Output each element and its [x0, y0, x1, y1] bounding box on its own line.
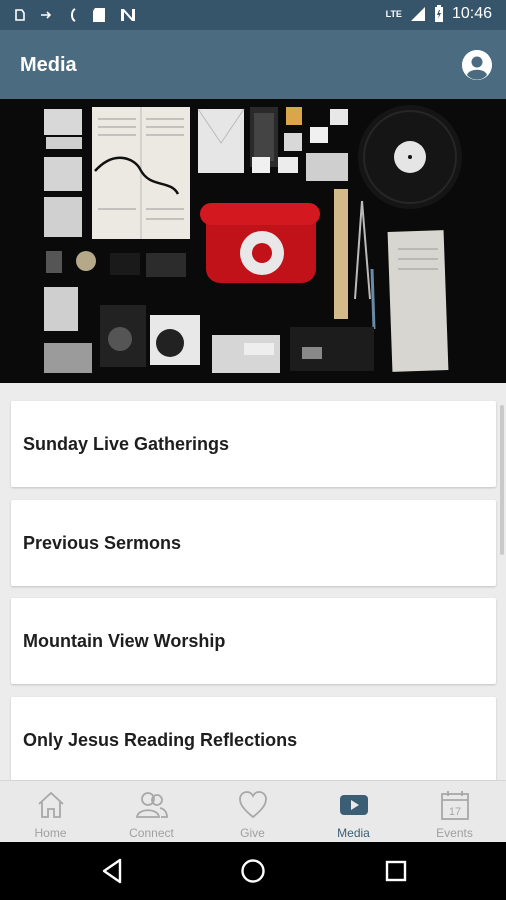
- notification-icon: [15, 9, 25, 21]
- system-nav-bar: [0, 842, 506, 900]
- network-type: LTE: [385, 9, 402, 19]
- battery-icon: [434, 5, 443, 22]
- phone-icon: [71, 8, 76, 22]
- signal-icon: [410, 7, 425, 21]
- scrollbar[interactable]: [500, 405, 504, 555]
- tab-label: Media: [337, 826, 370, 840]
- home-icon: [37, 791, 64, 818]
- calendar-icon: 17: [440, 791, 469, 820]
- tab-label: Give: [240, 826, 265, 840]
- calendar-day: 17: [448, 806, 460, 818]
- back-icon[interactable]: [98, 856, 128, 886]
- sd-card-icon: [93, 8, 105, 22]
- bottom-tab-bar: Home Connect Give Media 17 Events: [0, 780, 506, 842]
- list-item-label: Only Jesus Reading Reflections: [23, 729, 298, 750]
- home-circle-icon[interactable]: [238, 856, 268, 886]
- recents-icon[interactable]: [381, 856, 411, 886]
- hero-image: [0, 99, 506, 383]
- list-item-mountain-view-worship[interactable]: Mountain View Worship: [11, 598, 496, 684]
- tab-label: Connect: [129, 826, 174, 840]
- clock: 10:46: [451, 5, 492, 22]
- status-bar: LTE 10:46: [0, 0, 506, 30]
- list-item-previous-sermons[interactable]: Previous Sermons: [11, 500, 496, 586]
- list-item-label: Previous Sermons: [23, 532, 182, 553]
- app-bar: Media: [0, 30, 506, 99]
- media-list: Sunday Live Gatherings Previous Sermons …: [0, 383, 506, 780]
- list-item-only-jesus-reading-reflections[interactable]: Only Jesus Reading Reflections: [11, 697, 496, 780]
- tab-label: Home: [34, 826, 67, 840]
- profile-button[interactable]: [462, 50, 492, 80]
- sync-icon: [41, 11, 52, 19]
- person-circle-icon: [462, 50, 492, 80]
- play-icon: [339, 795, 368, 815]
- tab-give[interactable]: Give: [202, 781, 303, 843]
- media-flatlay-image: [0, 99, 506, 383]
- tab-connect[interactable]: Connect: [101, 781, 202, 843]
- status-right: LTE 10:46: [386, 5, 492, 23]
- tab-media[interactable]: Media: [303, 781, 404, 843]
- heart-icon: [238, 791, 267, 819]
- people-icon: [135, 792, 168, 818]
- list-item-sunday-live-gatherings[interactable]: Sunday Live Gatherings: [11, 401, 496, 487]
- tab-home[interactable]: Home: [0, 781, 101, 843]
- list-item-label: Sunday Live Gatherings: [23, 433, 230, 454]
- n-logo-icon: [121, 9, 135, 21]
- list-item-label: Mountain View Worship: [23, 630, 226, 651]
- notification-icons: [14, 7, 136, 23]
- page-title: Media: [20, 54, 77, 76]
- tab-label: Events: [436, 826, 473, 840]
- tab-events[interactable]: 17 Events: [404, 781, 505, 843]
